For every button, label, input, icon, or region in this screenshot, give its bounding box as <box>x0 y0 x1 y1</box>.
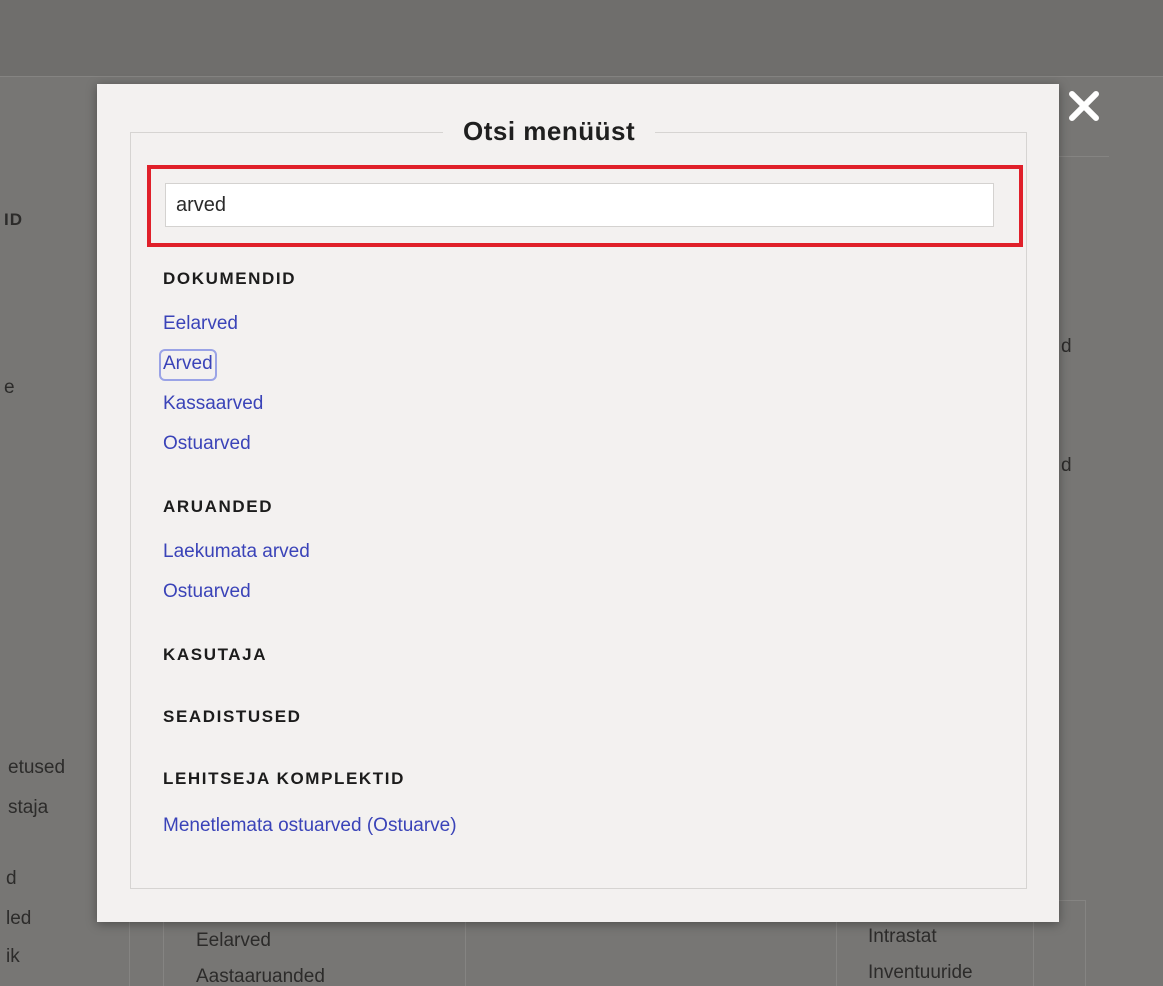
background-text-fragment: d <box>6 868 17 889</box>
result-link-focused[interactable]: Arved <box>159 349 217 381</box>
close-button[interactable] <box>1066 88 1106 128</box>
background-header <box>0 0 1163 76</box>
background-text-fragment: e <box>4 377 15 398</box>
background-text-fragment: ik <box>6 946 20 967</box>
result-link[interactable]: Eelarved <box>163 313 238 337</box>
background-heading-fragment: ID <box>4 210 23 229</box>
close-icon <box>1069 91 1099 121</box>
category-seadistused: SEADISTUSED <box>163 707 302 726</box>
dialog-title: Otsi menüüst <box>443 116 656 147</box>
menu-search-dialog: Otsi menüüst DOKUMENDID Eelarved Arved K… <box>97 84 1059 922</box>
category-aruanded: ARUANDED <box>163 497 274 516</box>
result-link[interactable]: Ostuarved <box>163 581 251 605</box>
search-input[interactable] <box>165 183 994 227</box>
result-link[interactable]: Laekumata arved <box>163 541 310 565</box>
background-link: Eelarved <box>196 930 271 951</box>
background-link: Aastaaruanded <box>196 966 325 986</box>
dialog-fieldset: Otsi menüüst DOKUMENDID Eelarved Arved K… <box>130 116 1027 889</box>
background-text-fragment: d <box>1061 336 1072 357</box>
category-lehitseja-komplektid: LEHITSEJA KOMPLEKTID <box>163 769 405 788</box>
background-text-fragment: staja <box>8 797 49 818</box>
category-kasutaja: KASUTAJA <box>163 645 268 664</box>
background-text-fragment: etused <box>8 757 66 778</box>
background-link: Intrastat <box>868 926 937 947</box>
category-dokumendid: DOKUMENDID <box>163 269 297 288</box>
result-link[interactable]: Menetlemata ostuarved (Ostuarve) <box>163 815 457 839</box>
background-text-fragment: d <box>1061 455 1072 476</box>
background-text-fragment: led <box>6 908 32 929</box>
result-link[interactable]: Ostuarved <box>163 433 251 457</box>
background-link: Inventuuride <box>868 962 973 983</box>
search-highlight-box <box>147 165 1023 247</box>
result-link[interactable]: Kassaarved <box>163 393 263 417</box>
